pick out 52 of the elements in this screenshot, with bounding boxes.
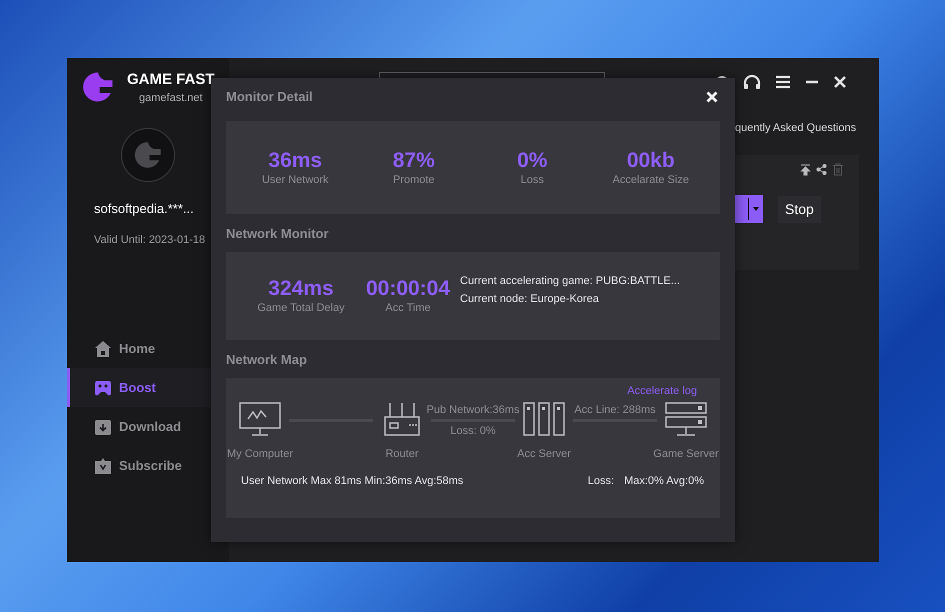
stat-value: 87%: [392, 148, 435, 172]
server-rack-icon: [523, 402, 565, 436]
faq-link[interactable]: quently Asked Questions: [735, 120, 856, 136]
node-label: Router: [385, 447, 419, 461]
stat-value: 00kb: [626, 148, 675, 172]
monitor-icon: [239, 402, 281, 436]
stat-label: Accelarate Size: [612, 172, 689, 186]
stat-value: 0%: [517, 148, 548, 172]
download-icon: [94, 418, 112, 436]
stat-value: 36ms: [268, 148, 322, 172]
server-icon: [665, 402, 707, 436]
home-icon: [94, 340, 112, 358]
user-network-summary: User Network Max 81ms Min:36ms Avg:58ms: [241, 474, 464, 489]
avatar-logo-icon: [133, 140, 163, 170]
valid-until-text: Valid Until: 2023-01-18: [93, 232, 206, 248]
router-icon: [384, 402, 420, 436]
bag-icon: [94, 456, 112, 474]
link-label: Loss: 0%: [450, 424, 496, 438]
accelerate-log-link[interactable]: Accelerate log: [627, 384, 697, 398]
app-website: gamefast.net: [139, 91, 204, 106]
stat-label: User Network: [262, 172, 329, 186]
stat-value: 324ms: [268, 277, 334, 301]
section-title: Network Map: [226, 352, 308, 368]
stat-label: Promote: [392, 172, 435, 186]
stat-value: 00:00:04: [366, 277, 450, 301]
close-icon[interactable]: [833, 75, 847, 89]
node-label: Acc Server: [517, 447, 571, 461]
gamepad-icon: [94, 378, 112, 396]
node-label: My Computer: [226, 447, 294, 461]
link-label: Acc Line: 288ms: [574, 402, 656, 416]
dialog-title: Monitor Detail: [226, 88, 313, 106]
app-title: GAME FAST: [127, 70, 215, 90]
app-logo: [81, 70, 115, 104]
pin-top-icon[interactable]: [800, 164, 811, 176]
username: sofsoftpedia.***...: [93, 200, 195, 218]
stat-label: Loss: [520, 172, 544, 186]
share-icon[interactable]: [816, 164, 827, 175]
stop-button[interactable]: Stop: [778, 196, 821, 223]
loss-label: Loss:: [588, 474, 614, 489]
caret-icon: [753, 207, 759, 211]
loss-summary: Max:0% Avg:0%: [624, 474, 704, 489]
minimize-icon[interactable]: [805, 80, 819, 84]
section-title: Network Monitor: [226, 226, 330, 242]
close-icon[interactable]: [706, 91, 718, 103]
current-game-text: Current accelerating game: PUBG:BATTLE...: [460, 274, 680, 288]
headset-icon[interactable]: [743, 74, 761, 90]
link-label: Pub Network:36ms: [426, 402, 520, 416]
stat-label: Acc Time: [385, 301, 431, 315]
current-node-text: Current node: Europe-Korea: [460, 292, 600, 306]
node-label: Game Server: [653, 447, 719, 461]
menu-icon[interactable]: [775, 75, 791, 89]
stat-label: Game Total Delay: [257, 301, 345, 315]
